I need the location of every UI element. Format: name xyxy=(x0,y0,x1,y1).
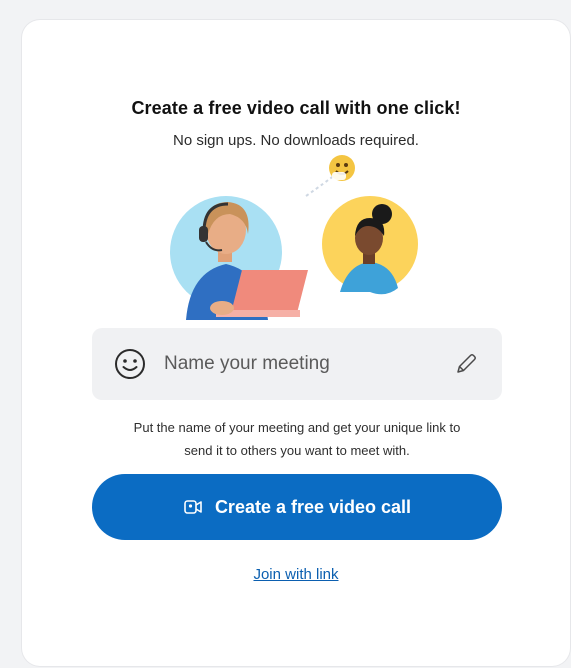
smiley-icon[interactable] xyxy=(114,348,146,380)
join-with-link[interactable]: Join with link xyxy=(253,566,338,583)
video-call-icon xyxy=(184,500,202,514)
create-call-card: Create a free video call with one click!… xyxy=(22,20,570,666)
helper-text-line-1: Put the name of your meeting and get you… xyxy=(133,420,461,435)
create-free-video-call-button[interactable]: Create a free video call xyxy=(92,474,502,540)
laptop xyxy=(230,270,308,317)
helper-text: Put the name of your meeting and get you… xyxy=(82,416,512,462)
meeting-name-field[interactable] xyxy=(92,328,502,400)
card-title: Create a free video call with one click! xyxy=(131,98,461,118)
pencil-icon[interactable] xyxy=(454,352,478,376)
create-call-label: Create a free video call xyxy=(214,496,412,517)
card-subtitle: No sign ups. No downloads required. xyxy=(173,132,419,149)
helper-text-line-2: send it to others you want to meet with. xyxy=(184,443,410,458)
video-call-illustration xyxy=(170,155,418,320)
meeting-name-input[interactable] xyxy=(164,346,444,382)
join-link-row: Join with link xyxy=(22,566,570,583)
